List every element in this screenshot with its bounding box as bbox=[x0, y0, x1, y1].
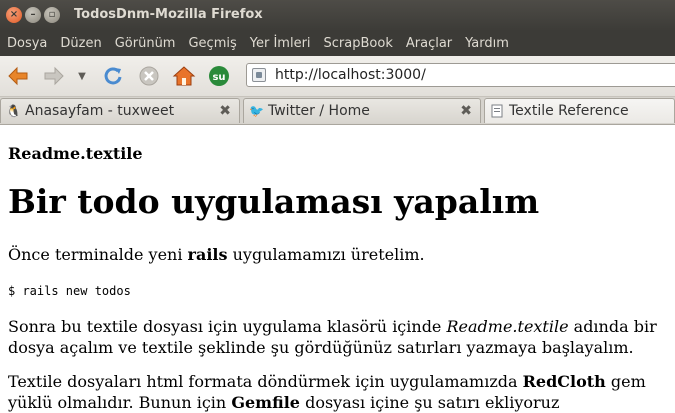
text: dosyası içine şu satırı ekliyoruz bbox=[299, 393, 560, 412]
close-window-button[interactable]: × bbox=[6, 7, 22, 23]
home-icon bbox=[172, 66, 196, 86]
menu-item-araclar[interactable]: Araçlar bbox=[399, 36, 458, 51]
paragraph-redcloth: Textile dosyaları html formata döndürmek… bbox=[8, 371, 668, 413]
chevron-down-icon: ▼ bbox=[78, 70, 86, 82]
text: Textile dosyaları html formata döndürmek… bbox=[8, 372, 523, 391]
tab-label: Anasayfam - tuxweet bbox=[25, 103, 175, 119]
url-text[interactable]: http://localhost:3000/ bbox=[275, 67, 426, 83]
stumbleupon-icon: su bbox=[209, 66, 229, 86]
file-heading: Readme.textile bbox=[8, 144, 143, 163]
reload-icon bbox=[104, 67, 122, 85]
tux-icon: 🐧 bbox=[6, 104, 21, 118]
site-identity-icon[interactable] bbox=[252, 68, 266, 82]
menu-item-scrapbook[interactable]: ScrapBook bbox=[317, 36, 399, 51]
twitter-bird-icon: 🐦 bbox=[249, 104, 264, 118]
window-controls: × – ▫ bbox=[6, 7, 60, 23]
tab-twitter[interactable]: 🐦 Twitter / Home ✖ bbox=[243, 98, 481, 123]
tab-label: Twitter / Home bbox=[268, 103, 370, 119]
bold-redcloth: RedCloth bbox=[522, 372, 606, 391]
text: Önce terminalde yeni bbox=[8, 245, 188, 264]
menu-item-yer-imleri[interactable]: Yer İmleri bbox=[243, 36, 317, 51]
code-block: $ rails new todos bbox=[8, 284, 131, 298]
menu-item-duzen[interactable]: Düzen bbox=[53, 36, 107, 51]
page-icon bbox=[490, 104, 504, 118]
history-dropdown-button[interactable]: ▼ bbox=[74, 64, 90, 88]
tab-bar: 🐧 Anasayfam - tuxweet ✖ 🐦 Twitter / Home… bbox=[0, 97, 675, 125]
bold-gemfile: Gemfile bbox=[231, 393, 300, 412]
bold-rails: rails bbox=[187, 245, 228, 264]
forward-button[interactable] bbox=[42, 64, 66, 88]
minimize-window-button[interactable]: – bbox=[25, 7, 41, 23]
close-tab-icon[interactable]: ✖ bbox=[460, 103, 472, 119]
forward-arrow-icon bbox=[44, 66, 64, 86]
window-titlebar: × – ▫ TodosDnm-Mozilla Firefox bbox=[0, 0, 675, 31]
home-button[interactable] bbox=[172, 64, 196, 88]
window-title: TodosDnm-Mozilla Firefox bbox=[74, 7, 263, 22]
stop-icon bbox=[139, 66, 159, 86]
paragraph-create-file: Sonra bu textile dosyası için uygulama k… bbox=[8, 316, 668, 358]
menu-item-gecmis[interactable]: Geçmiş bbox=[181, 36, 242, 51]
menu-bar: Dosya Düzen Görünüm Geçmiş Yer İmleri Sc… bbox=[0, 31, 675, 56]
menu-item-yardim[interactable]: Yardım bbox=[458, 36, 515, 51]
reload-button[interactable] bbox=[101, 64, 125, 88]
stop-button[interactable] bbox=[137, 64, 161, 88]
tab-label: Textile Reference bbox=[509, 103, 629, 119]
back-button[interactable] bbox=[6, 64, 30, 88]
paragraph-intro: Önce terminalde yeni rails uygulamamızı … bbox=[8, 245, 425, 264]
main-heading: Bir todo uygulaması yapalım bbox=[8, 182, 540, 221]
svg-text:su: su bbox=[212, 72, 225, 83]
text: uygulamamızı üretelim. bbox=[227, 245, 425, 264]
back-arrow-icon bbox=[8, 66, 28, 86]
close-tab-icon[interactable]: ✖ bbox=[219, 103, 231, 119]
maximize-window-button[interactable]: ▫ bbox=[44, 7, 60, 23]
stumbleupon-button[interactable]: su bbox=[207, 64, 231, 88]
tab-textile-reference[interactable]: Textile Reference bbox=[484, 98, 675, 123]
tab-anasayfam[interactable]: 🐧 Anasayfam - tuxweet ✖ bbox=[0, 98, 240, 123]
italic-filename: Readme.textile bbox=[446, 317, 569, 336]
url-bar[interactable]: http://localhost:3000/ bbox=[246, 63, 675, 87]
navigation-toolbar: ▼ su http://localhost:3000/ bbox=[0, 56, 675, 97]
menu-item-dosya[interactable]: Dosya bbox=[0, 36, 53, 51]
text: Sonra bu textile dosyası için uygulama k… bbox=[8, 317, 447, 336]
menu-item-gorunum[interactable]: Görünüm bbox=[108, 36, 182, 51]
